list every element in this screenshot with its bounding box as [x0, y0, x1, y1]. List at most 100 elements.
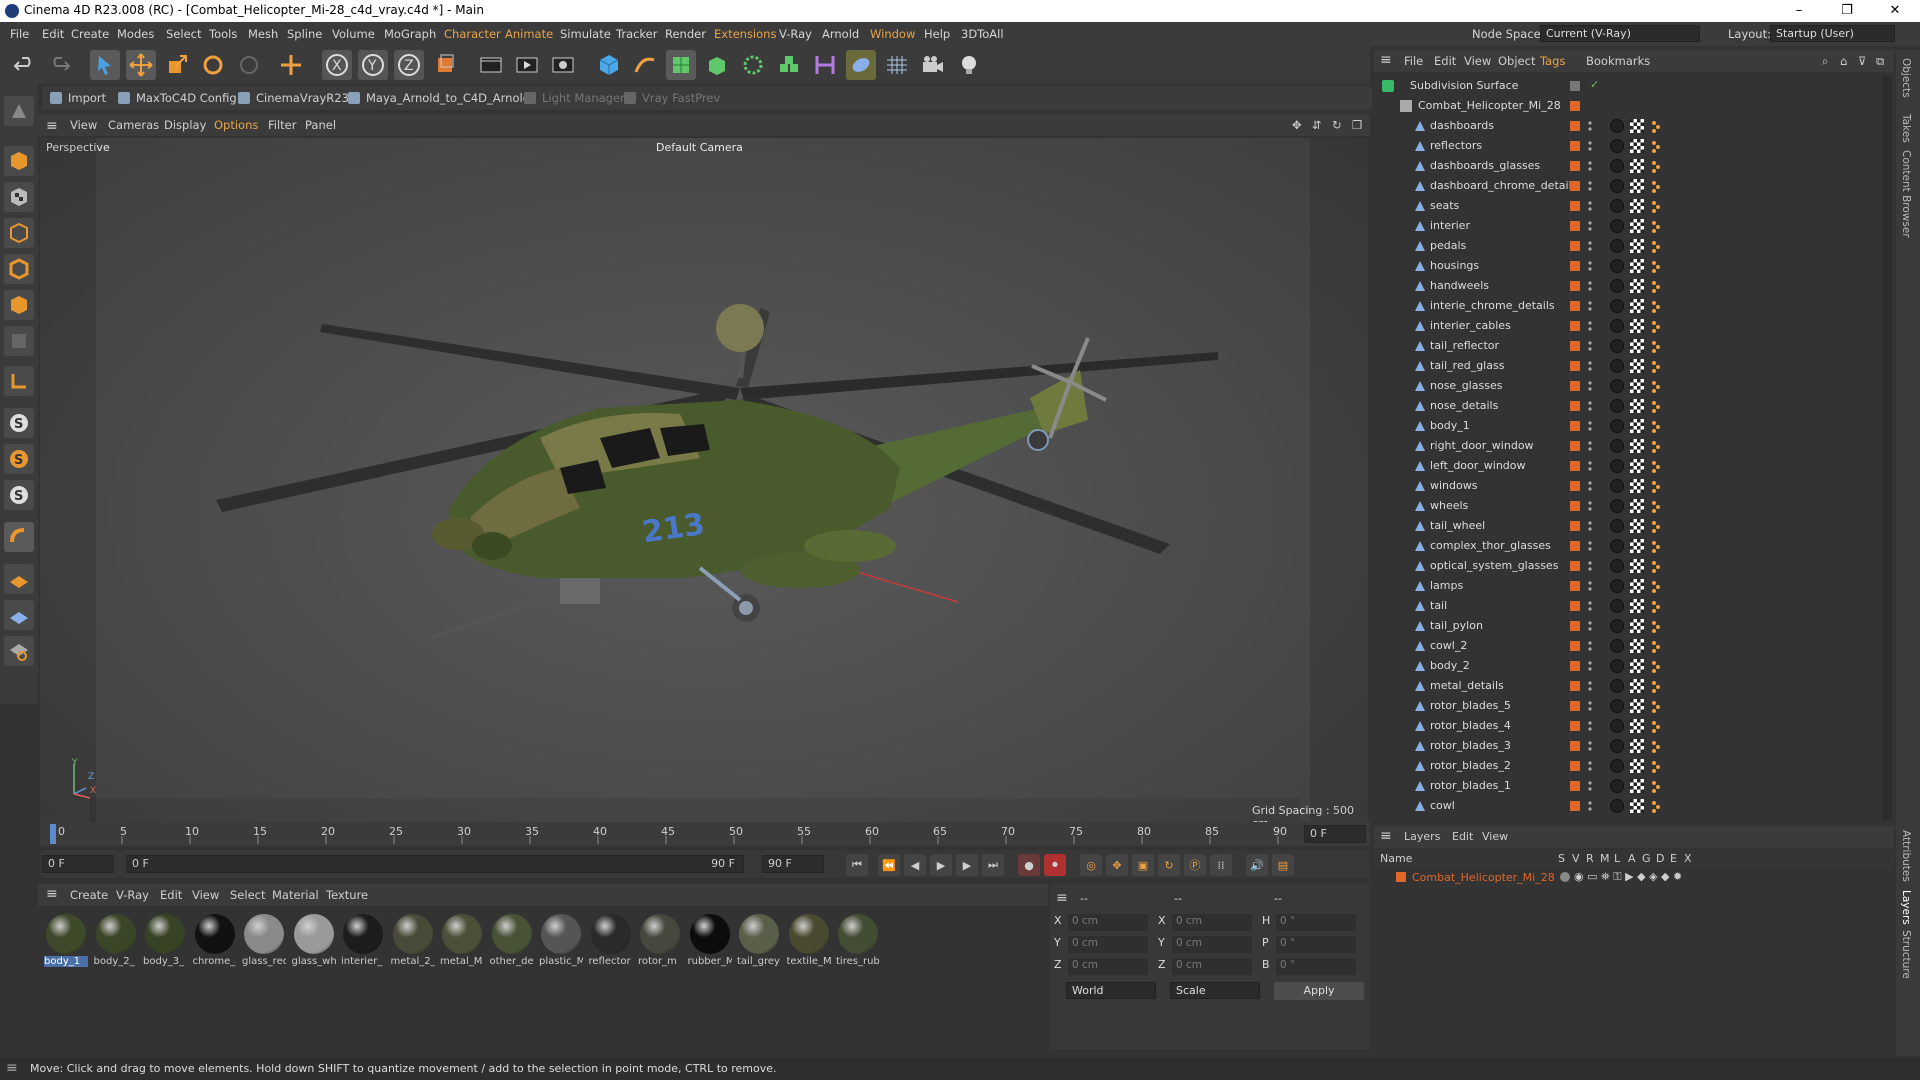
subdivision-surface-icon[interactable]	[666, 50, 696, 80]
side-tab-objects[interactable]: Objects	[1900, 58, 1912, 98]
om-menu-file[interactable]: File	[1404, 54, 1423, 68]
material-tag-icon[interactable]	[1610, 199, 1624, 213]
visibility-dots-icon[interactable]	[1588, 759, 1592, 773]
viewport-hamburger-icon[interactable]: ≡	[46, 118, 58, 134]
live-selection-icon[interactable]	[90, 50, 120, 80]
material-tag-icon[interactable]	[1610, 139, 1624, 153]
coord-position-field[interactable]: 0 cm	[1068, 958, 1148, 975]
texture-tag-icon[interactable]	[1650, 419, 1662, 433]
uvw-tag-icon[interactable]	[1630, 179, 1644, 193]
plugin-cinemavray[interactable]: CinemaVrayR23	[238, 91, 349, 105]
texture-tag-icon[interactable]	[1650, 619, 1662, 633]
om-menu-view[interactable]: View	[1464, 54, 1491, 68]
menu-modes[interactable]: Modes	[117, 27, 154, 41]
material-tag-icon[interactable]	[1610, 519, 1624, 533]
texture-tag-icon[interactable]	[1650, 379, 1662, 393]
uvw-tag-icon[interactable]	[1630, 299, 1644, 313]
material-tag-icon[interactable]	[1610, 779, 1624, 793]
material-tag-icon[interactable]	[1610, 639, 1624, 653]
side-tab-takes[interactable]: Takes	[1900, 114, 1912, 143]
axis-mode-icon[interactable]	[4, 366, 34, 396]
visibility-dots-icon[interactable]	[1588, 459, 1592, 473]
material-tag-icon[interactable]	[1610, 359, 1624, 373]
material-tag-icon[interactable]	[1610, 439, 1624, 453]
material-tag-icon[interactable]	[1610, 479, 1624, 493]
visibility-dots-icon[interactable]	[1588, 399, 1592, 413]
visibility-dots-icon[interactable]	[1588, 519, 1592, 533]
tree-row-object[interactable]: windows	[1374, 476, 1894, 496]
visibility-dots-icon[interactable]	[1588, 139, 1592, 153]
texture-tag-icon[interactable]	[1650, 299, 1662, 313]
uvw-tag-icon[interactable]	[1630, 559, 1644, 573]
texture-tag-icon[interactable]	[1650, 759, 1662, 773]
material-menu-material[interactable]: Material	[272, 888, 319, 902]
material-tag-icon[interactable]	[1610, 279, 1624, 293]
uvw-tag-icon[interactable]	[1630, 339, 1644, 353]
tree-row-object[interactable]: handweels	[1374, 276, 1894, 296]
tree-row-object[interactable]: interier_cables	[1374, 316, 1894, 336]
om-search-icon[interactable]: ⌕	[1822, 54, 1828, 69]
texture-tag-icon[interactable]	[1650, 579, 1662, 593]
menu-spline[interactable]: Spline	[287, 27, 322, 41]
material-swatch[interactable]: rubber_M	[688, 912, 732, 967]
menu-select[interactable]: Select	[166, 27, 201, 41]
visibility-dots-icon[interactable]	[1588, 499, 1592, 513]
edges-mode-icon[interactable]	[4, 254, 34, 284]
texture-tag-icon[interactable]	[1650, 699, 1662, 713]
tree-row-object[interactable]: reflectors	[1374, 136, 1894, 156]
tree-row-object[interactable]: dashboards_glasses	[1374, 156, 1894, 176]
layer-column-header[interactable]: A	[1628, 852, 1636, 865]
material-tag-icon[interactable]	[1610, 739, 1624, 753]
material-tag-icon[interactable]	[1610, 319, 1624, 333]
material-tag-icon[interactable]	[1610, 719, 1624, 733]
tree-row-object[interactable]: rotor_blades_5	[1374, 696, 1894, 716]
tree-row-object[interactable]: rotor_blades_1	[1374, 776, 1894, 796]
motion-sound-icon[interactable]: 🔊	[1246, 854, 1268, 876]
viewport-menu-panel[interactable]: Panel	[305, 118, 336, 132]
visibility-dots-icon[interactable]	[1588, 239, 1592, 253]
uvw-tag-icon[interactable]	[1630, 319, 1644, 333]
minimize-button[interactable]: –	[1776, 0, 1822, 22]
uvw-tag-icon[interactable]	[1630, 599, 1644, 613]
texture-tag-icon[interactable]	[1650, 459, 1662, 473]
menu-window[interactable]: Window	[870, 27, 915, 41]
tree-row-object[interactable]: cowl	[1374, 796, 1894, 816]
material-tag-icon[interactable]	[1610, 379, 1624, 393]
field-icon[interactable]	[774, 50, 804, 80]
coord-rotation-field[interactable]: 0 °	[1276, 936, 1356, 953]
visibility-dots-icon[interactable]	[1588, 439, 1592, 453]
visibility-dots-icon[interactable]	[1588, 179, 1592, 193]
viewport-move-icon[interactable]: ✥	[1292, 118, 1302, 132]
tree-row-object[interactable]: nose_glasses	[1374, 376, 1894, 396]
om-menu-tags[interactable]: Tags	[1540, 54, 1565, 68]
z-axis-icon[interactable]: Z	[394, 50, 424, 80]
material-tag-icon[interactable]	[1610, 299, 1624, 313]
environment-icon[interactable]	[846, 50, 876, 80]
visibility-dots-icon[interactable]	[1588, 419, 1592, 433]
menu-animate[interactable]: Animate	[505, 27, 553, 41]
tree-row-object[interactable]: lamps	[1374, 576, 1894, 596]
menu-extensions[interactable]: Extensions	[714, 27, 776, 41]
play-icon[interactable]: ▶	[930, 854, 952, 876]
plugin-maya-arnold[interactable]: Maya_Arnold_to_C4D_Arnold	[348, 91, 530, 105]
viewport-rotate-icon[interactable]: ↻	[1332, 118, 1342, 132]
material-tag-icon[interactable]	[1610, 759, 1624, 773]
workplane-snap-icon[interactable]: S	[4, 480, 34, 510]
enabled-check-icon[interactable]: ✓	[1590, 78, 1599, 91]
viewport-menu-filter[interactable]: Filter	[268, 118, 296, 132]
menu-volume[interactable]: Volume	[332, 27, 375, 41]
texture-tag-icon[interactable]	[1650, 479, 1662, 493]
material-swatch[interactable]: glass_wh	[292, 912, 336, 967]
uvw-tag-icon[interactable]	[1630, 499, 1644, 513]
texture-tag-icon[interactable]	[1650, 279, 1662, 293]
record-icon[interactable]: ●	[1018, 854, 1040, 876]
menu-file[interactable]: File	[10, 27, 29, 41]
autokey-icon[interactable]: ⏺	[1044, 854, 1066, 876]
viewport-menu-options[interactable]: Options	[214, 118, 258, 132]
visibility-dots-icon[interactable]	[1588, 379, 1592, 393]
menu-vray[interactable]: V-Ray	[779, 27, 812, 41]
layer-column-header[interactable]: E	[1670, 852, 1677, 865]
3d-viewport[interactable]: Perspective Default Camera Grid Spacing …	[40, 138, 1368, 822]
tree-row-object[interactable]: metal_details	[1374, 676, 1894, 696]
material-swatch[interactable]: interier_	[341, 912, 385, 967]
